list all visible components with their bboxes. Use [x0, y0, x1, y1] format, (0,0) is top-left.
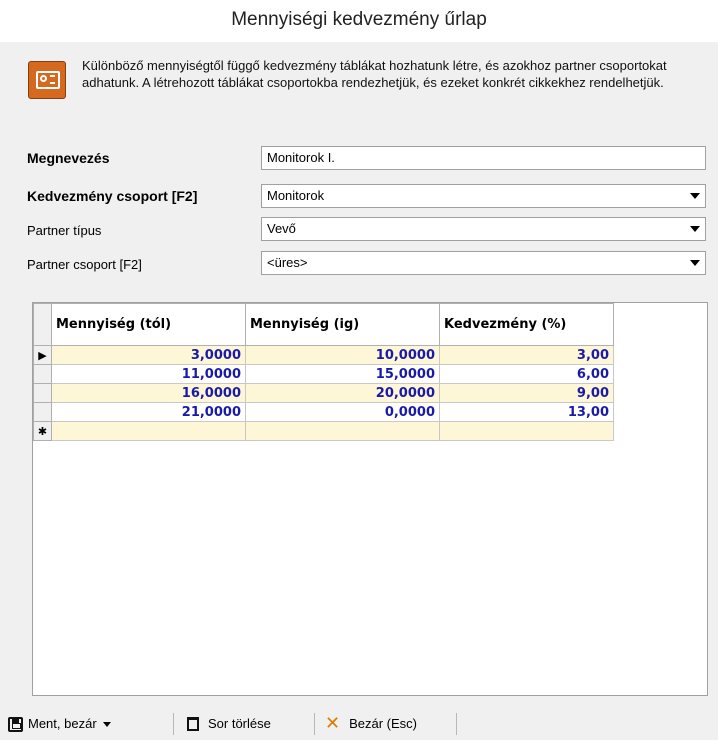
new-row[interactable]: ✱: [33, 421, 614, 441]
partner-csoport-select[interactable]: <üres>: [261, 251, 706, 275]
save-close-button[interactable]: Ment, bezár: [8, 713, 111, 735]
cell-discount[interactable]: 9,00: [439, 383, 614, 403]
table-row[interactable]: 16,0000 20,0000 9,00: [33, 383, 614, 403]
cell-to[interactable]: 10,0000: [245, 345, 440, 365]
table-row[interactable]: ▶ 3,0000 10,0000 3,00: [33, 345, 614, 365]
cell-from[interactable]: [51, 421, 246, 441]
chevron-down-icon[interactable]: [685, 185, 705, 207]
cell-to[interactable]: 20,0000: [245, 383, 440, 403]
safe-icon: [28, 61, 66, 99]
partner-tipus-select[interactable]: Vevő: [261, 217, 706, 241]
kedvezmeny-csoport-value: Monitorok: [267, 188, 325, 203]
delete-row-label: Sor törlése: [208, 716, 271, 731]
cell-from[interactable]: 16,0000: [51, 383, 246, 403]
partner-tipus-label: Partner típus: [27, 223, 102, 238]
cell-discount[interactable]: 6,00: [439, 364, 614, 384]
delete-row-button[interactable]: Sor törlése: [187, 713, 271, 735]
discount-grid[interactable]: Mennyiség (tól) Mennyiség (ig) Kedvezmén…: [32, 302, 708, 696]
partner-csoport-value: <üres>: [267, 255, 308, 270]
close-label: Bezár (Esc): [349, 716, 417, 731]
save-icon: [8, 716, 23, 732]
kedvezmeny-csoport-select[interactable]: Monitorok: [261, 184, 706, 208]
current-row-marker-icon[interactable]: ▶: [33, 345, 52, 365]
table-row[interactable]: 21,0000 0,0000 13,00: [33, 402, 614, 422]
chevron-down-icon[interactable]: [685, 218, 705, 240]
megnevezes-value: Monitorok I.: [267, 150, 335, 165]
partner-tipus-value: Vevő: [267, 221, 296, 236]
column-header-discount[interactable]: Kedvezmény (%): [439, 303, 614, 346]
row-indicator-header: [33, 303, 52, 346]
row-indicator[interactable]: [33, 364, 52, 384]
cell-discount[interactable]: 13,00: [439, 402, 614, 422]
save-close-label: Ment, bezár: [28, 716, 97, 731]
table-row[interactable]: 11,0000 15,0000 6,00: [33, 364, 614, 384]
bottom-toolbar: Ment, bezár Sor törlése ✕ Bezár (Esc): [0, 708, 718, 740]
partner-csoport-label: Partner csoport [F2]: [27, 257, 142, 272]
cell-discount[interactable]: [439, 421, 614, 441]
toolbar-divider: [456, 713, 457, 735]
kedvezmeny-csoport-label: Kedvezmény csoport [F2]: [27, 188, 198, 204]
close-button[interactable]: ✕ Bezár (Esc): [325, 713, 417, 735]
cell-to[interactable]: 15,0000: [245, 364, 440, 384]
cell-from[interactable]: 11,0000: [51, 364, 246, 384]
info-text: Különböző mennyiségtől függő kedvezmény …: [82, 58, 667, 90]
cell-from[interactable]: 3,0000: [51, 345, 246, 365]
info-panel: Különböző mennyiségtől függő kedvezmény …: [18, 53, 708, 133]
megnevezes-input[interactable]: Monitorok I.: [261, 146, 706, 170]
new-row-marker-icon[interactable]: ✱: [33, 421, 52, 441]
toolbar-divider: [173, 713, 174, 735]
chevron-down-icon[interactable]: [102, 721, 111, 727]
cell-to[interactable]: 0,0000: [245, 402, 440, 422]
megnevezes-label: Megnevezés: [27, 150, 110, 166]
trash-icon: [187, 717, 199, 731]
cell-to[interactable]: [245, 421, 440, 441]
row-indicator[interactable]: [33, 383, 52, 403]
cell-from[interactable]: 21,0000: [51, 402, 246, 422]
table-header-row: Mennyiség (tól) Mennyiség (ig) Kedvezmén…: [33, 303, 614, 346]
cell-discount[interactable]: 3,00: [439, 345, 614, 365]
discount-table: Mennyiség (tól) Mennyiség (ig) Kedvezmén…: [33, 303, 614, 441]
row-indicator[interactable]: [33, 402, 52, 422]
close-icon: ✕: [325, 713, 341, 734]
toolbar-divider: [314, 713, 315, 735]
window-title: Mennyiségi kedvezmény űrlap: [0, 0, 718, 42]
column-header-to[interactable]: Mennyiség (ig): [245, 303, 440, 346]
chevron-down-icon[interactable]: [685, 252, 705, 274]
column-header-from[interactable]: Mennyiség (tól): [51, 303, 246, 346]
